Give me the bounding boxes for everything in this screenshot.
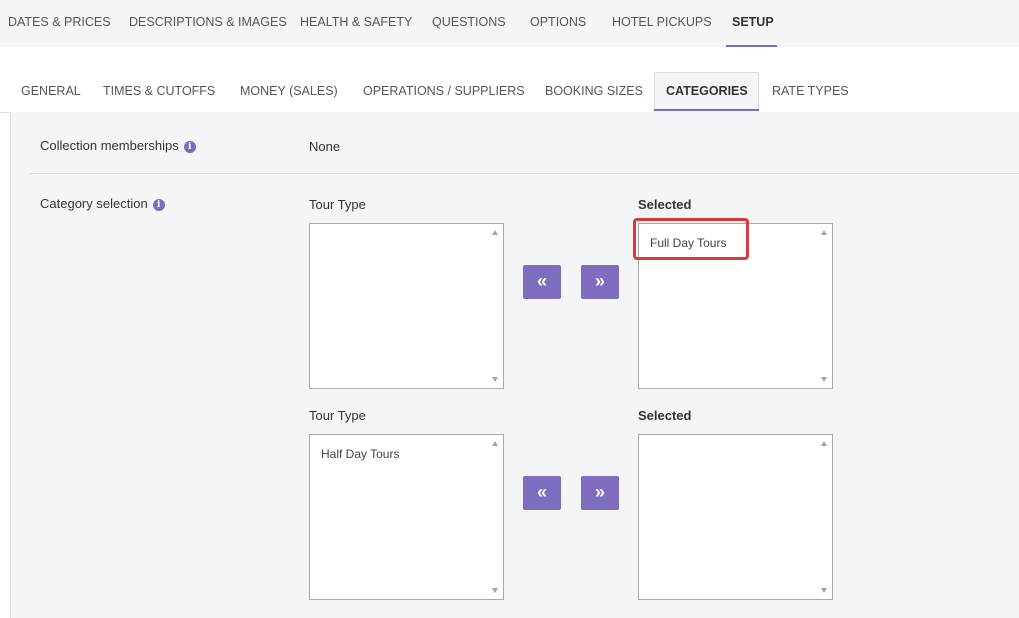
collection-memberships-row: Collection memberships i	[40, 138, 196, 153]
list-scrollbar[interactable]	[815, 435, 832, 599]
subtab-money-sales[interactable]: MONEY (SALES)	[240, 84, 338, 98]
info-icon[interactable]: i	[152, 199, 165, 211]
move-left-button[interactable]: «	[523, 265, 561, 299]
tab-health-safety[interactable]: HEALTH & SAFETY	[300, 15, 412, 29]
subtab-times-cutoffs[interactable]: TIMES & CUTOFFS	[103, 84, 215, 98]
subtab-booking-sizes[interactable]: BOOKING SIZES	[545, 84, 643, 98]
category-selection-row: Category selection i	[40, 196, 165, 211]
highlight-box	[633, 218, 749, 260]
tab-hotel-pickups[interactable]: HOTEL PICKUPS	[612, 15, 712, 29]
tour-type-heading: Tour Type	[309, 408, 366, 423]
move-right-button[interactable]: »	[581, 265, 619, 299]
collection-memberships-value: None	[309, 139, 341, 154]
scroll-down-icon[interactable]	[492, 588, 498, 593]
tab-setup[interactable]: SETUP	[732, 15, 774, 29]
available-categories-list[interactable]: Half Day Tours	[309, 434, 504, 600]
top-nav: DATES & PRICES DESCRIPTIONS & IMAGES HEA…	[0, 0, 1019, 47]
scroll-up-icon[interactable]	[492, 230, 498, 235]
selected-heading: Selected	[638, 408, 692, 423]
tour-type-heading: Tour Type	[309, 197, 366, 212]
tab-descriptions-images[interactable]: DESCRIPTIONS & IMAGES	[129, 15, 287, 29]
selected-heading: Selected	[638, 197, 692, 212]
list-item-half-day-tours[interactable]: Half Day Tours	[321, 447, 399, 461]
list-scrollbar[interactable]	[486, 435, 503, 599]
subtab-general[interactable]: GENERAL	[21, 84, 81, 98]
scroll-down-icon[interactable]	[821, 377, 827, 382]
category-selection-label: Category selection	[40, 196, 148, 211]
list-scrollbar[interactable]	[486, 224, 503, 388]
move-left-button[interactable]: «	[523, 476, 561, 510]
selected-categories-list[interactable]	[638, 434, 833, 600]
available-categories-list[interactable]	[309, 223, 504, 389]
subtab-categories[interactable]: CATEGORIES	[666, 84, 748, 98]
tab-options[interactable]: OPTIONS	[530, 15, 586, 29]
scroll-up-icon[interactable]	[821, 441, 827, 446]
move-right-button[interactable]: »	[581, 476, 619, 510]
active-tab-indicator	[726, 45, 777, 47]
subtab-operations-suppliers[interactable]: OPERATIONS / SUPPLIERS	[363, 84, 525, 98]
active-subtab-indicator	[654, 109, 759, 111]
collection-memberships-label: Collection memberships	[40, 138, 179, 153]
tab-questions[interactable]: QUESTIONS	[432, 15, 506, 29]
scroll-up-icon[interactable]	[492, 441, 498, 446]
info-icon[interactable]: i	[183, 141, 196, 153]
content-panel	[10, 112, 1019, 618]
subtab-rate-types[interactable]: RATE TYPES	[772, 84, 849, 98]
sub-nav: GENERAL TIMES & CUTOFFS MONEY (SALES) OP…	[0, 70, 1019, 113]
divider	[30, 173, 1019, 174]
tab-dates-prices[interactable]: DATES & PRICES	[8, 15, 111, 29]
scroll-down-icon[interactable]	[821, 588, 827, 593]
scroll-up-icon[interactable]	[821, 230, 827, 235]
scroll-down-icon[interactable]	[492, 377, 498, 382]
list-scrollbar[interactable]	[815, 224, 832, 388]
